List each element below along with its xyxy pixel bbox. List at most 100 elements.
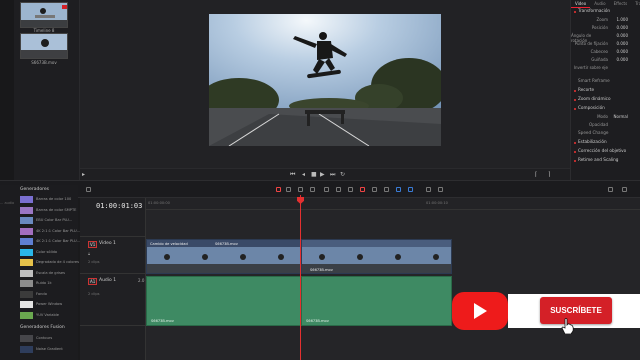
stop-icon[interactable]: ■ — [311, 171, 317, 178]
play-triangle-icon — [474, 303, 487, 319]
tab-effects[interactable]: Effects — [610, 0, 632, 8]
enabled-dot[interactable] — [574, 108, 576, 110]
generator-item[interactable]: Degradado de 4 colores — [20, 258, 79, 267]
generator-label: Noise Gradient — [36, 346, 63, 351]
flag-icon[interactable] — [396, 187, 401, 192]
section-lens-correction[interactable]: Corrección del objetivo — [571, 148, 640, 157]
fusion-generator-item[interactable]: Contours — [20, 334, 76, 343]
section-transform[interactable]: Transformación — [571, 8, 640, 17]
generator-swatch — [20, 227, 33, 235]
track-name[interactable]: Audio 1 — [99, 278, 116, 283]
audio-clip[interactable]: S6673B.mov — [301, 276, 452, 326]
param-yaw[interactable]: Guiñada 0.000 — [571, 57, 640, 65]
fusion-generators-header: Generadores Fusion — [20, 325, 65, 330]
enabled-dot[interactable] — [574, 142, 576, 144]
zoom-detail-icon[interactable] — [438, 187, 443, 192]
timeline-timecode[interactable]: 01:00:01:03 — [96, 202, 142, 210]
param-zoom[interactable]: Zoom 1.000 — [571, 17, 640, 25]
tab-audio[interactable]: Audio — [590, 0, 609, 8]
generator-item[interactable]: Barras de color 100 — [20, 195, 76, 204]
video-clip[interactable]: S6673B.mov — [301, 239, 452, 274]
viewer-options-icon[interactable]: ▸ — [82, 171, 85, 178]
enabled-dot[interactable] — [574, 99, 576, 101]
section-crop[interactable]: Recorte — [571, 87, 640, 96]
section-composite[interactable]: Composición — [571, 105, 640, 114]
dynamic-trim-icon[interactable] — [298, 187, 303, 192]
enabled-dot[interactable] — [574, 160, 576, 162]
param-flip[interactable]: Invertir sobre eje — [571, 65, 640, 73]
reverse-icon[interactable]: ◂ — [302, 171, 305, 178]
tab-transition[interactable]: Transi... — [631, 0, 640, 8]
jump-end-icon[interactable]: ⏭ — [330, 171, 335, 179]
tab-video[interactable]: Video — [571, 0, 591, 8]
param-pitch[interactable]: Cabeceo 0.000 — [571, 49, 640, 57]
marker-icon[interactable] — [408, 187, 413, 192]
audio-meter-icon[interactable] — [608, 187, 613, 192]
generator-item[interactable]: 4K 2:1:1 Color Bar PLU... — [20, 227, 80, 236]
trim-tool-icon[interactable] — [286, 187, 291, 192]
effects-category[interactable]: ... audio — [0, 201, 18, 205]
play-icon[interactable]: ▶ — [320, 171, 325, 178]
generator-item[interactable]: Color sólido — [20, 248, 76, 257]
timeline-thumbnail[interactable] — [20, 2, 68, 28]
mark-out-icon[interactable]: ⌉ — [548, 171, 550, 178]
timeline-ruler[interactable]: 01:00:00:00 01:00:00:10 — [146, 198, 640, 210]
snapping-icon[interactable] — [360, 187, 365, 192]
track-name[interactable]: Video 1 — [99, 241, 116, 246]
generator-label: Color sólido — [36, 249, 58, 254]
bin-item[interactable] — [0, 10, 14, 20]
section-stabilization[interactable]: Estabilización — [571, 139, 640, 148]
enabled-dot[interactable] — [574, 151, 576, 153]
generator-item[interactable]: Fondo — [20, 290, 76, 299]
zoom-full-icon[interactable] — [426, 187, 431, 192]
insert-icon[interactable] — [324, 187, 329, 192]
fusion-generator-item[interactable]: Noise Gradient — [20, 345, 76, 354]
generator-item[interactable]: Barras de color SMPTE — [20, 206, 76, 215]
param-composite-mode[interactable]: Modo Normal — [571, 114, 640, 122]
bin-item[interactable] — [0, 0, 14, 10]
lock-icon[interactable]: 🔒︎ — [88, 251, 90, 256]
effects-library: ... audio Generadores Barras de color 10… — [0, 185, 80, 360]
video-preview[interactable] — [209, 14, 441, 146]
overwrite-icon[interactable] — [336, 187, 341, 192]
track-headers: 01:00:01:03 V1 Video 1 🔒︎ 2 clips A1 Aud… — [80, 198, 146, 360]
param-position[interactable]: Posición 0.000 — [571, 25, 640, 33]
playhead[interactable] — [300, 195, 301, 360]
bin-item[interactable] — [0, 20, 14, 30]
enabled-dot[interactable] — [574, 11, 576, 13]
clip-thumbnail[interactable] — [20, 33, 68, 59]
generator-label: Degradado de 4 colores — [36, 260, 79, 264]
section-dynamic-zoom[interactable]: Zoom dinámico — [571, 96, 640, 105]
section-speed-change[interactable]: Speed Change — [571, 130, 640, 139]
section-smart-reframe[interactable]: Smart Reframe — [571, 78, 640, 87]
jump-start-icon[interactable]: ⏮ — [290, 171, 295, 179]
selection-tool-icon[interactable] — [276, 187, 281, 192]
loop-icon[interactable]: ↻ — [340, 171, 345, 178]
track-tag[interactable]: V1 — [88, 241, 98, 248]
track-tag[interactable]: A1 — [88, 278, 98, 285]
replace-icon[interactable] — [348, 187, 353, 192]
audio-clip[interactable]: S6673B.mov — [146, 276, 301, 326]
param-anchor[interactable]: Punto de fijación 0.000 — [571, 41, 640, 49]
generator-item[interactable]: YUV Variable — [20, 311, 76, 320]
enabled-dot[interactable] — [574, 90, 576, 92]
generator-item[interactable]: Power Window — [20, 300, 76, 309]
mark-in-icon[interactable]: ⌈ — [535, 171, 537, 178]
mixer-icon[interactable] — [622, 187, 627, 192]
video-clip[interactable]: Cambio de velocidad S6673B.mov — [146, 239, 301, 274]
param-opacity[interactable]: Opacidad — [571, 122, 640, 130]
generator-item[interactable]: 4K 2:1:1 Color Bar PLU... — [20, 237, 80, 246]
blade-tool-icon[interactable] — [310, 187, 315, 192]
layout-icon[interactable] — [86, 187, 91, 192]
link-icon[interactable] — [372, 187, 377, 192]
generator-item[interactable]: Ruido 1k — [20, 279, 76, 288]
subscribe-button[interactable]: SUSCRÍBETE — [540, 297, 612, 324]
generator-label: Barras de color SMPTE — [36, 207, 77, 212]
generator-item[interactable]: EBU Color Bar PLU... — [20, 216, 76, 225]
inspector-panel: Video Audio Effects Transi... Transforma… — [570, 0, 640, 180]
generator-label: Contours — [36, 336, 53, 340]
generator-item[interactable]: Escala de grises — [20, 269, 76, 278]
section-retime-scaling[interactable]: Retime and Scaling — [571, 157, 640, 166]
position-lock-icon[interactable] — [384, 187, 389, 192]
param-rotation[interactable]: Ángulo de rotación 0.000 — [571, 33, 640, 43]
